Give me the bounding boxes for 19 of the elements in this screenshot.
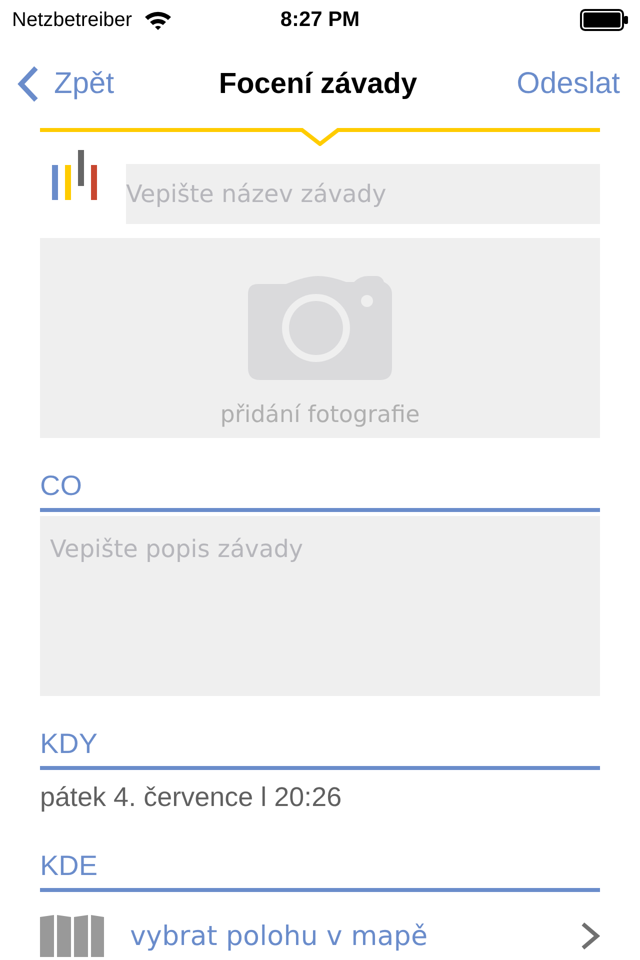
- map-location-button[interactable]: vybrat polohu v mapě: [40, 915, 600, 957]
- logo-icon: [50, 150, 100, 202]
- map-icon: [40, 915, 104, 957]
- send-button[interactable]: Odeslat: [516, 67, 620, 101]
- section-heading: KDE: [40, 850, 98, 883]
- section-heading: CO: [40, 470, 82, 503]
- chevron-right-icon: [580, 921, 600, 951]
- carrier-text: Netzbetreiber: [12, 8, 132, 32]
- chevron-left-icon: [16, 65, 40, 103]
- add-photo-button[interactable]: přidání fotografie: [40, 238, 600, 438]
- back-button[interactable]: Zpět: [16, 65, 114, 103]
- battery-icon: [580, 9, 628, 31]
- description-field[interactable]: Vepište popis závady: [40, 516, 600, 696]
- name-field[interactable]: Vepište název závady: [126, 164, 600, 224]
- wifi-icon: [144, 10, 172, 30]
- screen-title: Focení závady: [218, 68, 418, 100]
- date-value[interactable]: pátek 4. července l 20:26: [40, 782, 342, 812]
- clock-text: 8:27 PM: [280, 8, 360, 32]
- section-heading: KDY: [40, 728, 98, 761]
